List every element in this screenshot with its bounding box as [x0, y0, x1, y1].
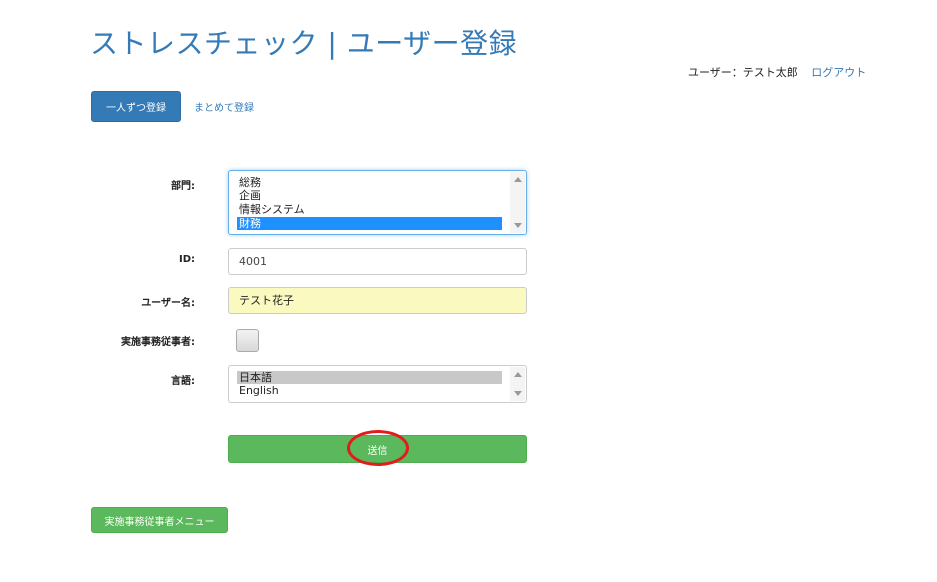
language-option-selected[interactable]: 日本語: [237, 371, 502, 384]
department-option-selected[interactable]: 財務: [237, 217, 502, 230]
page-title: ストレスチェック | ユーザー登録: [90, 27, 518, 60]
page: ストレスチェック | ユーザー登録 ユーザー：テスト太郎 ログアウト 一人ずつ登…: [0, 0, 937, 582]
user-bar: ユーザー：テスト太郎 ログアウト: [688, 64, 866, 80]
username-label: ユーザー名:: [141, 298, 195, 309]
department-label: 部門:: [171, 181, 195, 192]
logout-link[interactable]: ログアウト: [811, 66, 866, 79]
department-scrollbar[interactable]: [510, 172, 525, 233]
scroll-up-icon[interactable]: [514, 372, 522, 377]
id-label: ID:: [178, 254, 195, 265]
department-listbox[interactable]: 総務 企画 情報システム 財務: [228, 170, 527, 235]
language-option[interactable]: English: [237, 384, 502, 397]
submit-button[interactable]: 送信: [228, 435, 527, 463]
scroll-down-icon[interactable]: [514, 223, 522, 228]
implementer-label: 実施事務従事者:: [121, 337, 195, 348]
tab-single-registration[interactable]: 一人ずつ登録: [91, 91, 181, 122]
tab-bulk-registration[interactable]: まとめて登録: [194, 99, 254, 114]
department-option[interactable]: 総務: [237, 176, 502, 189]
implementer-menu-button[interactable]: 実施事務従事者メニュー: [91, 507, 228, 533]
current-user-label: ユーザー：テスト太郎: [688, 66, 798, 79]
language-listbox[interactable]: 日本語 English: [228, 365, 527, 403]
implementer-checkbox[interactable]: [236, 329, 259, 352]
id-field[interactable]: 4001: [228, 248, 527, 275]
department-option[interactable]: 企画: [237, 189, 502, 202]
scroll-down-icon[interactable]: [514, 391, 522, 396]
username-field[interactable]: テスト花子: [228, 287, 527, 314]
scroll-up-icon[interactable]: [514, 177, 522, 182]
language-label: 言語:: [171, 376, 195, 387]
department-option[interactable]: 情報システム: [237, 203, 502, 216]
language-scrollbar[interactable]: [510, 367, 525, 401]
